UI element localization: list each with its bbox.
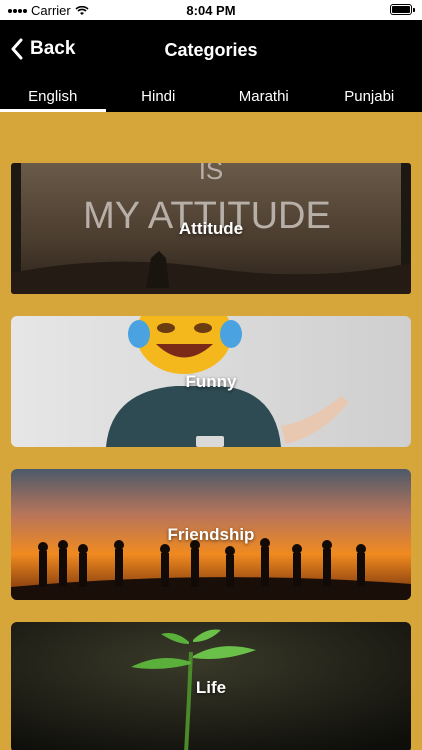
navigation-bar: Back Categories	[0, 20, 422, 82]
tab-english[interactable]: English	[0, 82, 106, 112]
tab-marathi[interactable]: Marathi	[211, 82, 317, 112]
tab-punjabi[interactable]: Punjabi	[317, 82, 422, 112]
battery-fill	[392, 6, 410, 13]
status-time: 8:04 PM	[186, 3, 236, 18]
category-card-attitude[interactable]: IS MY ATTITUDE Attitude	[11, 163, 411, 294]
category-label-friendship: Friendship	[167, 524, 255, 544]
category-label-funny: Funny	[185, 371, 237, 391]
category-card-friendship[interactable]: Friendship	[11, 469, 411, 600]
category-list: IS MY ATTITUDE Attitude Funny Friendship…	[0, 112, 422, 750]
page-title: Categories	[164, 40, 258, 60]
battery-icon	[390, 4, 415, 15]
attitude-image-text-top: IS	[199, 163, 224, 185]
language-tabs: English Hindi Marathi Punjabi	[0, 82, 422, 112]
tab-hindi[interactable]: Hindi	[106, 82, 212, 112]
category-card-life[interactable]: Life	[11, 622, 411, 750]
category-label-attitude: Attitude	[178, 218, 244, 238]
category-label-life: Life	[195, 677, 227, 697]
status-bar: Carrier 8:04 PM	[0, 0, 422, 20]
category-card-funny[interactable]: Funny	[11, 316, 411, 447]
